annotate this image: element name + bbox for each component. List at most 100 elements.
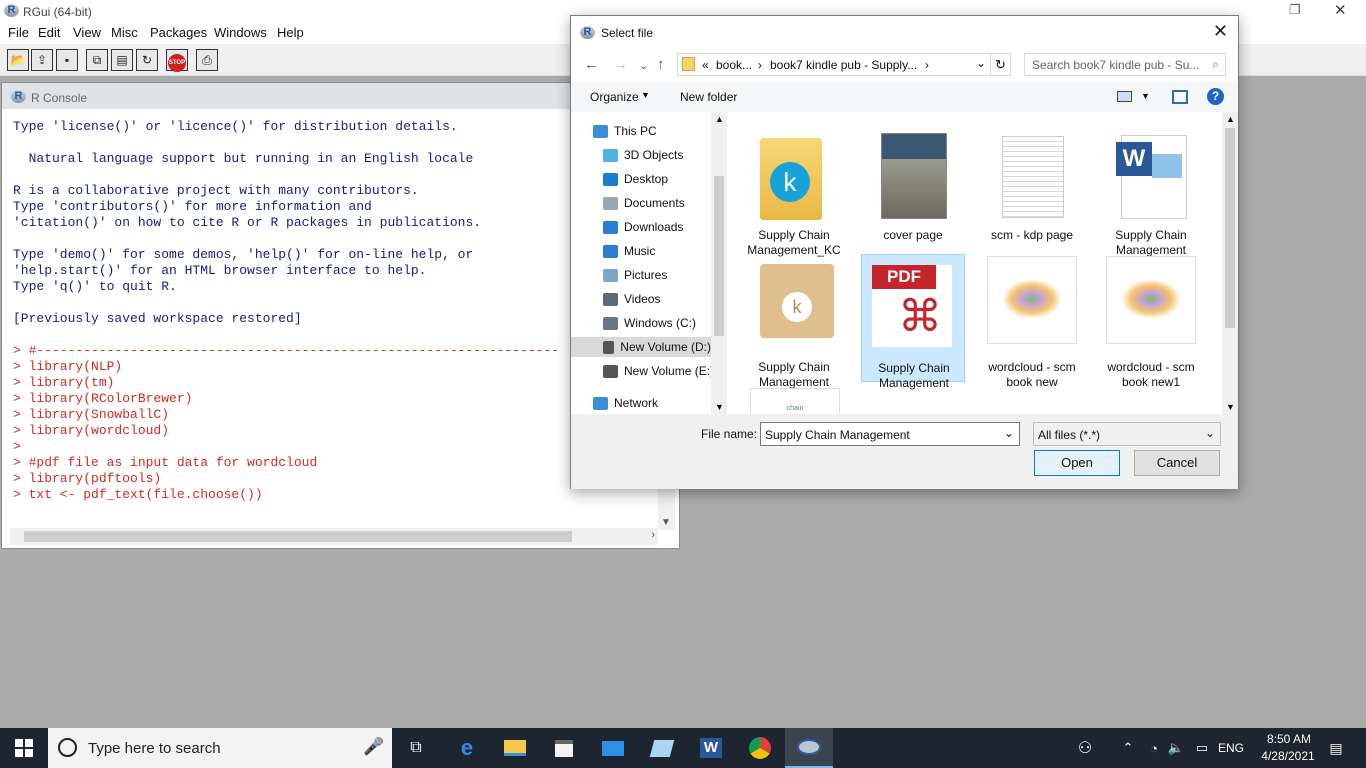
open-button[interactable]: Open [1034,450,1120,476]
menu-packages[interactable]: Packages [150,25,207,40]
command-bar: Organize ▼ New folder ▼ ? [571,82,1238,112]
rgui-taskbar-icon[interactable] [785,728,833,768]
console-command-line: > [13,439,21,454]
word-icon[interactable]: W [687,728,735,768]
view-options-icon[interactable] [1117,91,1132,102]
show-hidden-icons[interactable]: ⌃ [1115,728,1141,768]
cancel-button[interactable]: Cancel [1134,450,1220,476]
battery-icon[interactable]: ▭ [1189,728,1215,768]
breadcrumb-book7[interactable]: book7 kindle pub - Supply... [770,58,917,72]
scroll-right-icon[interactable]: › [651,529,655,541]
console-output[interactable]: Type 'license()' or 'licence()' for dist… [13,119,559,503]
copy-paste-icon[interactable]: ↻ [136,49,158,71]
file-name-label: File name: [701,427,758,441]
copy-icon[interactable]: ⧉ [86,49,108,71]
taskbar-search[interactable]: Type here to search 🎤 [48,728,392,768]
notifications-icon[interactable]: ▤ [1320,728,1352,768]
tree-item-network[interactable]: Network [593,393,725,413]
stop-icon[interactable]: STOP [166,49,188,72]
menu-windows[interactable]: Windows [214,25,267,40]
chrome-icon[interactable] [736,728,784,768]
console-horizontal-scrollbar[interactable]: › [10,528,658,545]
address-dropdown-icon[interactable]: ⌄ [976,56,986,70]
breadcrumb-book[interactable]: book... [716,58,752,72]
file-item[interactable]: wordcloud - scm book new [980,254,1084,389]
menu-file[interactable]: File [8,25,29,40]
open-script-icon[interactable]: 📂 [7,49,29,71]
file-name-value: Supply Chain Management [765,428,910,442]
address-bar[interactable]: « book... › book7 kindle pub - Supply...… [677,53,1011,76]
paste-icon[interactable]: ▤ [111,49,133,71]
people-icon[interactable]: ⚇ [1070,728,1100,768]
tree-item-icon [593,124,608,138]
file-item[interactable]: k Supply Chain Management [742,254,846,389]
clock-date[interactable]: 4/28/2021 [1252,749,1324,763]
microphone-icon[interactable]: 🎤 [363,737,384,757]
menu-view[interactable]: View [73,25,101,40]
file-list[interactable]: k Supply Chain Management_KC cover page scm… [727,112,1224,414]
load-workspace-icon[interactable]: ⇪ [31,49,53,71]
tree-item-icon [593,396,608,410]
forward-arrow-icon[interactable]: → [613,56,628,73]
file-name-dropdown-icon[interactable]: ⌄ [1004,426,1014,440]
tree-scroll-up-icon[interactable]: ▲ [715,114,724,124]
dialog-footer: File name: Supply Chain Management ⌄ All… [571,414,1238,489]
file-item[interactable]: k Supply Chain Management_KC [742,122,846,257]
start-button[interactable] [0,728,48,768]
file-explorer-icon[interactable] [491,728,539,768]
menu-edit[interactable]: Edit [38,25,60,40]
edge-icon[interactable]: e [443,728,491,768]
refresh-icon[interactable]: ↻ [990,54,1010,75]
navigation-pane-scrollbar[interactable]: ▲ ▼ [711,112,727,414]
file-item[interactable]: PDF ⌘ Supply Chain Management [861,254,965,390]
file-item[interactable]: scm - kdp page [980,122,1084,250]
recent-locations-icon[interactable]: ⌄ [639,59,648,72]
new-folder-button[interactable]: New folder [680,90,737,104]
tree-item-this-pc[interactable]: This PC [593,121,725,141]
menu-help[interactable]: Help [277,25,304,40]
notepad-icon[interactable] [638,728,686,768]
files-scroll-up-icon[interactable]: ▲ [1226,114,1235,124]
horizontal-scroll-thumb[interactable] [24,531,572,542]
tree-scroll-down-icon[interactable]: ▼ [715,402,724,412]
back-arrow-icon[interactable]: ← [584,56,599,73]
up-arrow-icon[interactable]: ↑ [657,56,665,73]
tree-item-new-volume-d[interactable]: New Volume (D:) [571,337,711,357]
address-overflow[interactable]: « [702,58,709,72]
tree-item-icon [603,316,618,330]
navigation-pane[interactable]: This PC 3D Objects Desktop Documents Downloa… [571,112,728,414]
restore-button[interactable]: ❐ [1289,2,1301,18]
file-item[interactable]: wordcloud - scm book new1 [1099,254,1203,389]
language-indicator[interactable]: ENG [1218,741,1244,755]
scroll-down-icon[interactable]: ▼ [661,517,671,528]
search-icon[interactable]: ⌕ [1212,57,1219,72]
partial-file-thumbnail[interactable]: chain [750,388,840,414]
dialog-r-logo-icon: R [580,26,595,39]
files-scroll-thumb[interactable] [1225,128,1235,328]
task-view-icon[interactable]: ⧉ [392,728,440,768]
volume-icon[interactable]: 🔈 [1163,728,1189,768]
file-type-dropdown-icon[interactable]: ⌄ [1205,426,1215,440]
menu-misc[interactable]: Misc [111,25,138,40]
tree-item-label: Windows (C:) [624,316,697,330]
mail-icon[interactable] [589,728,637,768]
view-chevron-icon[interactable]: ▼ [1141,91,1150,101]
dialog-close-button[interactable]: ✕ [1213,21,1228,42]
clock-time[interactable]: 8:50 AM [1258,732,1320,746]
print-icon[interactable]: ⎙ [196,49,218,71]
tree-scroll-thumb[interactable] [714,176,724,336]
files-scroll-down-icon[interactable]: ▼ [1226,402,1235,412]
file-type-select[interactable]: All files (*.*) ⌄ [1033,422,1221,446]
save-workspace-icon[interactable]: ▪ [56,49,78,71]
file-item[interactable]: cover page [861,122,965,250]
preview-pane-icon[interactable] [1172,90,1188,104]
file-name-input[interactable]: Supply Chain Management ⌄ [760,422,1020,446]
file-list-scrollbar[interactable]: ▲ ▼ [1222,112,1238,414]
help-icon[interactable]: ? [1207,88,1224,105]
close-button[interactable]: ✕ [1334,1,1347,19]
organize-button[interactable]: Organize [590,90,639,104]
file-item[interactable]: W Supply Chain Management [1099,122,1203,257]
tree-item-label: Desktop [624,172,669,186]
search-box[interactable]: Search book7 kindle pub - Su... ⌕ [1024,53,1226,76]
store-icon[interactable] [540,728,588,768]
